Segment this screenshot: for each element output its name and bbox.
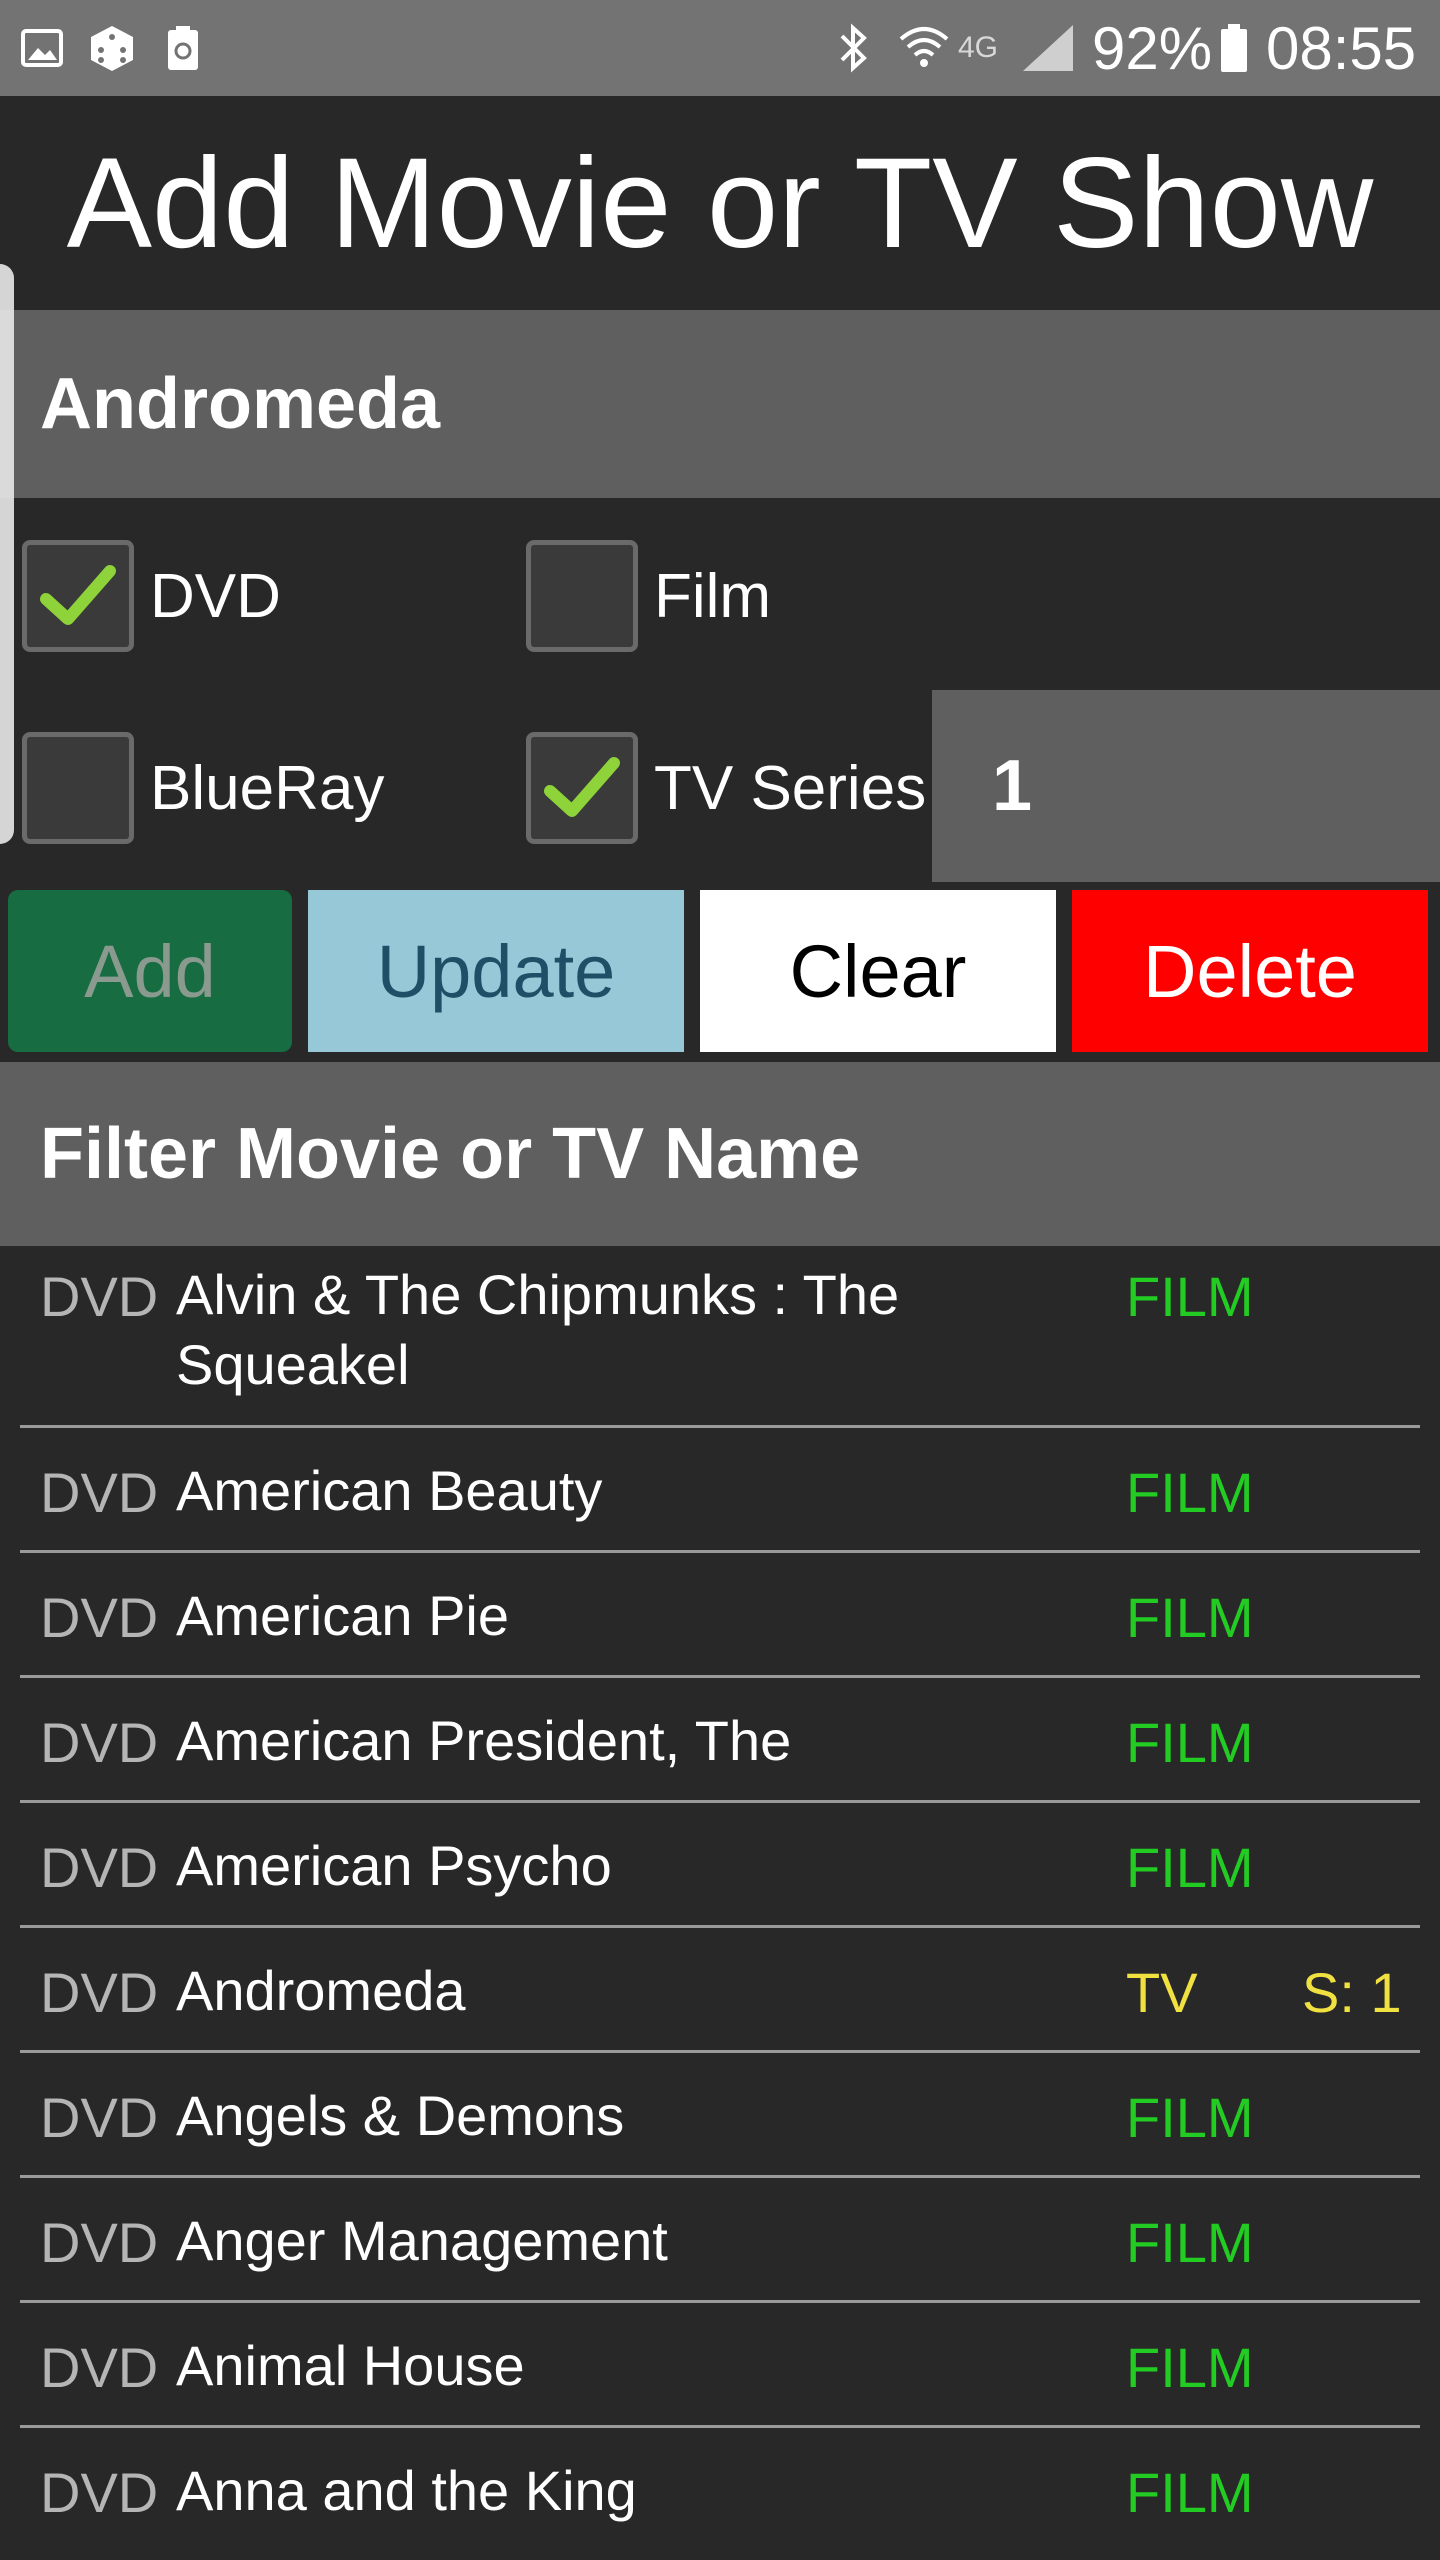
list-item-title: American Psycho	[176, 1834, 612, 1897]
edge-panel-handle[interactable]	[0, 264, 14, 844]
list-item-type: FILM	[1126, 1461, 1254, 1524]
dvd-checkbox[interactable]	[22, 540, 134, 652]
season-input[interactable]: 1	[932, 690, 1440, 882]
list-item-format: DVD	[40, 2086, 159, 2149]
list-item-format: DVD	[40, 1461, 159, 1524]
list-item-type: FILM	[1126, 1836, 1254, 1899]
list-item-title: Anna and the King	[176, 2459, 637, 2522]
checkmark-icon	[40, 565, 116, 625]
list-item[interactable]: DVD American Pie FILM	[0, 1553, 1440, 1678]
dice-icon	[84, 0, 140, 96]
filter-input[interactable]: Filter Movie or TV Name	[0, 1062, 1440, 1246]
clear-button[interactable]: Clear	[700, 890, 1056, 1052]
list-item-type: FILM	[1126, 1586, 1254, 1649]
dvd-checkbox-row[interactable]: DVD	[22, 540, 281, 652]
list-item-title: Alvin & The Chipmunks : The Squeakel	[176, 1263, 900, 1396]
list-item[interactable]: DVD Animal House FILM	[0, 2303, 1440, 2428]
list-item-format: DVD	[40, 1586, 159, 1649]
list-item-title: Anger Management	[176, 2209, 668, 2272]
list-item[interactable]: DVD Andromeda TV S: 1	[0, 1928, 1440, 2053]
battery-percent: 92%	[1092, 14, 1213, 82]
list-item-type: FILM	[1126, 2336, 1254, 2399]
list-item-type: FILM	[1126, 1711, 1254, 1774]
filter-input-placeholder: Filter Movie or TV Name	[40, 1114, 861, 1194]
title-input-value: Andromeda	[40, 364, 441, 444]
dvd-label: DVD	[150, 561, 281, 631]
delete-button[interactable]: Delete	[1072, 890, 1428, 1052]
list-item-title: American President, The	[176, 1709, 792, 1772]
list-item-format: DVD	[40, 1836, 159, 1899]
bluetooth-icon	[828, 0, 878, 96]
blueray-checkbox[interactable]	[22, 732, 134, 844]
list-item-format: DVD	[40, 2336, 159, 2399]
add-button[interactable]: Add	[8, 890, 292, 1052]
checkmark-icon	[544, 757, 620, 817]
clock: 08:55	[1266, 14, 1417, 82]
status-bar: 4G 92% 08:55	[0, 0, 1440, 96]
title-input[interactable]: Andromeda	[0, 310, 1440, 498]
list-item-type: FILM	[1126, 1265, 1254, 1328]
list-item[interactable]: DVD American President, The FILM	[0, 1678, 1440, 1803]
update-button[interactable]: Update	[308, 890, 684, 1052]
battery-icon	[1214, 0, 1254, 96]
tv-series-label: TV Series	[654, 753, 927, 823]
list-item-format: DVD	[40, 1711, 159, 1774]
list-item[interactable]: DVD Anger Management FILM	[0, 2178, 1440, 2303]
list-item-title: American Beauty	[176, 1459, 603, 1522]
blueray-label: BlueRay	[150, 753, 385, 823]
list-item-type: TV	[1126, 1961, 1198, 2024]
season-input-value: 1	[992, 746, 1033, 826]
media-list: DVD Alvin & The Chipmunks : The Squeakel…	[0, 1246, 1440, 2553]
gallery-icon	[14, 0, 70, 96]
list-item-title: Andromeda	[176, 1959, 466, 2022]
tv-series-checkbox[interactable]	[526, 732, 638, 844]
list-item-format: DVD	[40, 2211, 159, 2274]
network-type: 4G	[958, 31, 999, 64]
list-item-title: Animal House	[176, 2334, 525, 2397]
list-item-format: DVD	[40, 1961, 159, 2024]
wifi-icon	[894, 0, 954, 96]
list-item[interactable]: DVD Angels & Demons FILM	[0, 2053, 1440, 2178]
list-item[interactable]: DVD American Beauty FILM	[0, 1428, 1440, 1553]
film-checkbox[interactable]	[526, 540, 638, 652]
list-item[interactable]: DVD Alvin & The Chipmunks : The Squeakel…	[0, 1246, 1440, 1428]
list-item-title: American Pie	[176, 1584, 510, 1647]
list-item-season: S: 1	[1302, 1961, 1402, 2024]
list-item-type: FILM	[1126, 2461, 1254, 2524]
cell-signal-icon	[1020, 0, 1076, 96]
list-item[interactable]: DVD American Psycho FILM	[0, 1803, 1440, 1928]
list-item-format: DVD	[40, 1265, 159, 1328]
list-item-type: FILM	[1126, 2211, 1254, 2274]
list-item-type: FILM	[1126, 2086, 1254, 2149]
blueray-checkbox-row[interactable]: BlueRay	[22, 732, 384, 844]
film-label: Film	[654, 561, 772, 631]
recycle-clipboard-icon	[160, 0, 206, 96]
film-checkbox-row[interactable]: Film	[526, 540, 771, 652]
list-item-title: Angels & Demons	[176, 2084, 625, 2147]
list-item-format: DVD	[40, 2461, 159, 2524]
tv-series-checkbox-row[interactable]: TV Series	[526, 732, 926, 844]
list-item[interactable]: DVD Anna and the King FILM	[0, 2428, 1440, 2553]
page-title: Add Movie or TV Show	[66, 131, 1374, 275]
